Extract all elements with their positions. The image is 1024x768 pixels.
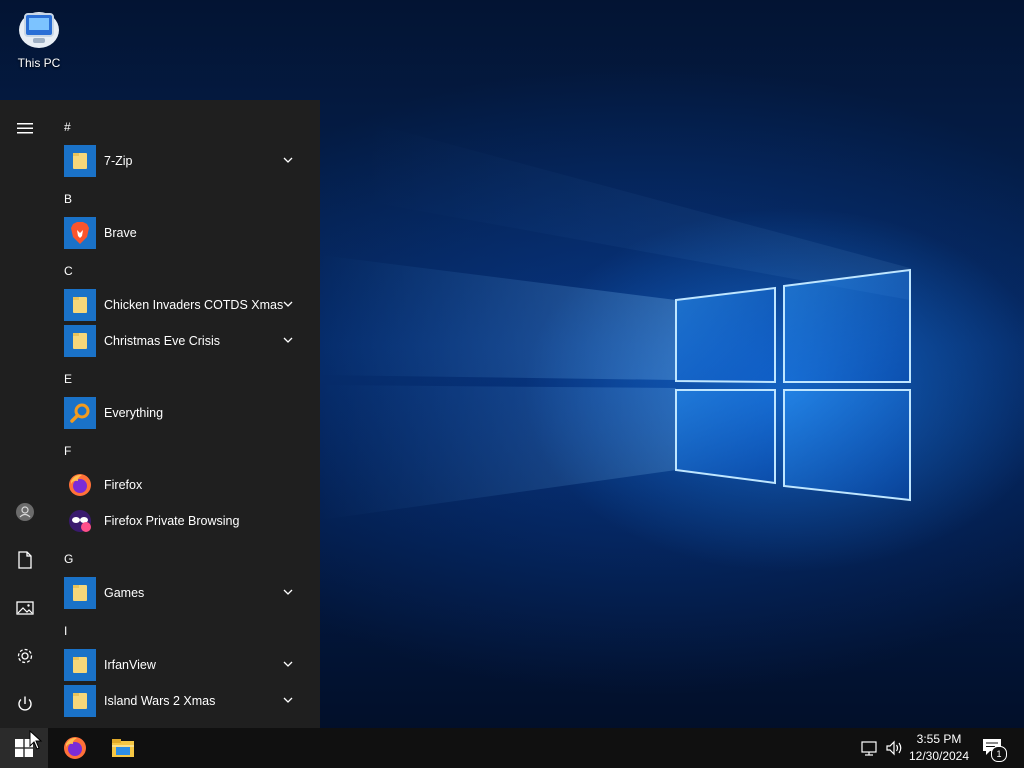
app-island-wars-2-xmas[interactable]: Island Wars 2 Xmas bbox=[64, 684, 304, 718]
brave-icon bbox=[64, 217, 96, 249]
start-menu: # 7-Zip B Brave C Chicken Invaders COTDS… bbox=[0, 100, 320, 728]
start-app-list: # 7-Zip B Brave C Chicken Invaders COTDS… bbox=[50, 100, 320, 728]
start-menu-rail bbox=[0, 100, 50, 728]
chevron-down-icon[interactable] bbox=[282, 694, 294, 706]
taskbar: 3:55 PM 12/30/2024 1 bbox=[0, 728, 1024, 768]
power-icon bbox=[18, 696, 32, 711]
app-label: 7-Zip bbox=[104, 154, 133, 168]
pictures-icon bbox=[16, 601, 34, 615]
search-icon bbox=[64, 397, 96, 429]
file-explorer-icon bbox=[112, 739, 134, 757]
app-firefox-private-browsing[interactable]: Firefox Private Browsing bbox=[64, 504, 304, 538]
app-label: Everything bbox=[104, 406, 164, 420]
desktop-icon-this-pc[interactable]: This PC bbox=[8, 6, 70, 70]
app-label: Games bbox=[104, 586, 145, 600]
pictures-button[interactable] bbox=[0, 588, 50, 628]
folder-icon bbox=[64, 325, 96, 357]
folder-icon bbox=[64, 289, 96, 321]
desktop-icon-label: This PC bbox=[17, 56, 61, 70]
app-label: Firefox Private Browsing bbox=[104, 514, 240, 528]
power-button[interactable] bbox=[0, 684, 50, 724]
group-header-c[interactable]: C bbox=[64, 261, 94, 281]
hamburger-menu-icon bbox=[17, 123, 33, 134]
app-label: Island Wars 2 Xmas bbox=[104, 694, 216, 708]
user-account-button[interactable] bbox=[0, 492, 50, 532]
folder-icon bbox=[64, 145, 96, 177]
app-7-zip[interactable]: 7-Zip bbox=[64, 144, 304, 178]
folder-icon bbox=[64, 685, 96, 717]
firefox-icon bbox=[64, 469, 96, 501]
documents-button[interactable] bbox=[0, 540, 50, 580]
clock[interactable]: 3:55 PM 12/30/2024 bbox=[900, 731, 978, 765]
clock-time: 3:55 PM bbox=[916, 732, 962, 746]
settings-button[interactable] bbox=[0, 636, 50, 676]
chevron-down-icon[interactable] bbox=[282, 298, 294, 310]
file-explorer-taskbar-button[interactable] bbox=[99, 728, 147, 768]
notification-count-badge: 1 bbox=[991, 746, 1007, 762]
app-label: IrfanView bbox=[104, 658, 156, 672]
app-label: Christmas Eve Crisis bbox=[104, 334, 220, 348]
group-header-e[interactable]: E bbox=[64, 369, 94, 389]
app-label: Firefox bbox=[104, 478, 143, 492]
app-label: Brave bbox=[104, 226, 137, 240]
group-header-i[interactable]: I bbox=[64, 621, 94, 641]
firefox-private-icon bbox=[64, 505, 96, 537]
app-everything[interactable]: Everything bbox=[64, 396, 304, 430]
app-games[interactable]: Games bbox=[64, 576, 304, 610]
action-center-button[interactable]: 1 bbox=[982, 738, 1007, 762]
clock-date: 12/30/2024 bbox=[908, 749, 970, 763]
this-pc-icon bbox=[17, 6, 61, 50]
firefox-icon bbox=[64, 737, 86, 759]
app-firefox[interactable]: Firefox bbox=[64, 468, 304, 502]
chevron-down-icon[interactable] bbox=[282, 658, 294, 670]
group-header-b[interactable]: B bbox=[64, 189, 94, 209]
folder-icon bbox=[64, 577, 96, 609]
app-brave[interactable]: Brave bbox=[64, 216, 304, 250]
app-christmas-eve-crisis[interactable]: Christmas Eve Crisis bbox=[64, 324, 304, 358]
documents-icon bbox=[18, 551, 32, 569]
app-label: Chicken Invaders COTDS Xmas bbox=[104, 298, 284, 312]
app-chicken-invaders-cotds-xmas[interactable]: Chicken Invaders COTDS Xmas bbox=[64, 288, 304, 322]
app-irfanview[interactable]: IrfanView bbox=[64, 648, 304, 682]
chevron-down-icon[interactable] bbox=[282, 154, 294, 166]
settings-icon bbox=[17, 648, 33, 664]
user-account-icon bbox=[16, 503, 34, 521]
group-header-f[interactable]: F bbox=[64, 441, 94, 461]
mouse-cursor-icon bbox=[29, 730, 43, 750]
chevron-down-icon[interactable] bbox=[282, 586, 294, 598]
group-header-hash[interactable]: # bbox=[64, 117, 94, 137]
firefox-taskbar-button[interactable] bbox=[51, 728, 99, 768]
folder-icon bbox=[64, 649, 96, 681]
group-header-g[interactable]: G bbox=[64, 549, 94, 569]
chevron-down-icon[interactable] bbox=[282, 334, 294, 346]
hamburger-menu-button[interactable] bbox=[0, 108, 50, 148]
network-icon[interactable] bbox=[860, 738, 880, 758]
